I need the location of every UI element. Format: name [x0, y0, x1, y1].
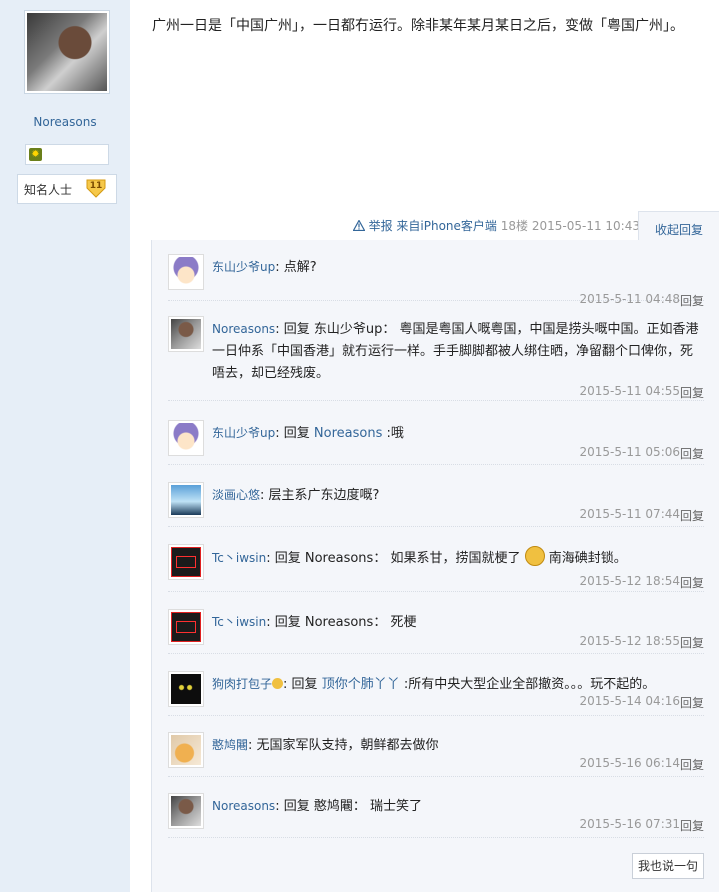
- reply-nick[interactable]: 东山少爷up: [212, 260, 275, 274]
- reply-text: 死梗: [390, 615, 417, 630]
- warning-icon: [352, 219, 366, 232]
- reply-prefix: 回复: [291, 677, 318, 692]
- reply-text: 南海碘封锁。: [548, 551, 627, 566]
- reply-avatar[interactable]: [168, 732, 204, 768]
- reply-mention[interactable]: Noreasons: [314, 426, 382, 441]
- client-link[interactable]: 来自iPhone客户端: [396, 219, 497, 233]
- reply-item: Tc丶iwsin: 回复 Noreasons： 死梗 2015-5-12 18:…: [168, 609, 704, 654]
- reply-content: Noreasons: 回复 东山少爷up： 粤国是粤国人嘅粤国，中国是捞头嘅中国…: [212, 322, 699, 381]
- floor-number: 18楼: [500, 219, 529, 233]
- reply-text: 如果系甘，捞国就梗了: [390, 551, 521, 566]
- reply-item: 狗肉打包子: 回复 顶你个肺丫丫 :所有中央大型企业全部撤资。。。玩不起的。 2…: [168, 671, 704, 716]
- reply-time: 2015-5-16 06:14: [579, 756, 681, 770]
- reply-time: 2015-5-11 04:55: [579, 384, 681, 398]
- reply-item: 憨鸠闀: 无国家军队支持，朝鲜都去做你 2015-5-16 06:14 回复: [168, 732, 704, 777]
- post-content: 广州一日是「中国广州」，一日都冇运行。除非某年某月某日之后，变做「粤国广州」。: [152, 18, 684, 34]
- reply-list: 东山少爷up: 点解? 2015-5-11 04:48 回复 Noreasons…: [151, 240, 719, 892]
- reply-button[interactable]: 回复: [680, 694, 704, 711]
- reply-item: 东山少爷up: 点解? 2015-5-11 04:48 回复: [168, 254, 704, 308]
- reply-prefix: 回复: [283, 426, 310, 441]
- post-meta: 举报 来自iPhone客户端 18楼 2015-05-11 10:43: [152, 217, 640, 234]
- reply-time: 2015-5-12 18:55: [579, 634, 681, 648]
- reply-content: 东山少爷up: 点解?: [212, 260, 317, 275]
- reply-prefix: 回复 Noreasons：: [274, 615, 387, 630]
- reply-item: 东山少爷up: 回复 Noreasons :哦 2015-5-11 05:06 …: [168, 420, 704, 465]
- medal-icon[interactable]: ✹: [29, 148, 42, 161]
- reply-content: Noreasons: 回复 憨鸠闀： 瑞士笑了: [212, 799, 422, 814]
- reply-button[interactable]: 回复: [680, 384, 704, 401]
- reply-avatar[interactable]: [168, 609, 204, 645]
- reply-time: 2015-5-11 05:06: [579, 445, 681, 459]
- author-sidebar: Noreasons ✹ 知名人士 11: [0, 0, 130, 892]
- reply-content: Tc丶iwsin: 回复 Noreasons： 如果系甘，捞国就梗了 南海碘封锁…: [212, 546, 704, 570]
- reply-button[interactable]: 回复: [680, 634, 704, 651]
- reply-content: 淡画心悠: 层主系广东边度嘅?: [212, 488, 380, 503]
- rank-badge-icon: 11: [85, 178, 107, 198]
- reply-text: :所有中央大型企业全部撤资。。。玩不起的。: [403, 677, 656, 692]
- reply-nick[interactable]: 狗肉打包子: [212, 677, 272, 691]
- reply-avatar[interactable]: [168, 793, 204, 829]
- reply-time: 2015-5-12 18:54: [579, 574, 681, 588]
- reply-prefix: 回复 Noreasons：: [274, 551, 387, 566]
- author-username[interactable]: Noreasons: [0, 115, 130, 129]
- reply-text: :哦: [386, 426, 404, 441]
- reply-button[interactable]: 回复: [680, 574, 704, 591]
- reply-content: 东山少爷up: 回复 Noreasons :哦: [212, 426, 404, 441]
- reply-nick[interactable]: 东山少爷up: [212, 426, 275, 440]
- reply-button[interactable]: 回复: [680, 445, 704, 462]
- reply-avatar[interactable]: [168, 544, 204, 580]
- reply-item: Tc丶iwsin: 回复 Noreasons： 如果系甘，捞国就梗了 南海碘封锁…: [168, 544, 704, 592]
- author-avatar[interactable]: [24, 10, 110, 94]
- author-avatar-image: [27, 13, 107, 91]
- reply-nick[interactable]: 淡画心悠: [212, 488, 260, 502]
- reply-button[interactable]: 回复: [680, 756, 704, 773]
- rank-level: 11: [89, 181, 103, 191]
- reply-item: Noreasons: 回复 憨鸠闀： 瑞士笑了 2015-5-16 07:31 …: [168, 793, 704, 838]
- say-something-button[interactable]: 我也说一句: [632, 853, 704, 879]
- reply-content: Tc丶iwsin: 回复 Noreasons： 死梗: [212, 615, 417, 630]
- report-link[interactable]: 举报: [352, 219, 397, 233]
- reply-nick[interactable]: Noreasons: [212, 322, 275, 336]
- reply-nick[interactable]: Tc丶iwsin: [212, 615, 266, 629]
- reply-avatar[interactable]: [168, 316, 204, 352]
- reply-avatar[interactable]: [168, 482, 204, 518]
- reply-item: 淡画心悠: 层主系广东边度嘅? 2015-5-11 07:44 回复: [168, 482, 704, 527]
- reply-content: 憨鸠闀: 无国家军队支持，朝鲜都去做你: [212, 738, 439, 753]
- reply-avatar[interactable]: [168, 420, 204, 456]
- reply-button[interactable]: 回复: [680, 507, 704, 524]
- reply-button[interactable]: 回复: [680, 817, 704, 834]
- reply-time: 2015-5-14 04:16: [579, 694, 681, 708]
- reply-nick[interactable]: Tc丶iwsin: [212, 551, 266, 565]
- reply-mention[interactable]: 顶你个肺丫丫: [322, 677, 400, 692]
- medal-box: ✹: [25, 144, 109, 165]
- reply-time: 2015-5-11 07:44: [579, 507, 681, 521]
- reply-content: 狗肉打包子: 回复 顶你个肺丫丫 :所有中央大型企业全部撤资。。。玩不起的。: [212, 677, 656, 692]
- collapse-replies-label: 收起回复: [655, 223, 704, 237]
- reply-prefix: 回复 憨鸠闀：: [283, 799, 366, 814]
- reply-avatar[interactable]: [168, 254, 204, 290]
- rank-label[interactable]: 知名人士: [24, 181, 72, 198]
- rank-box: 知名人士 11: [17, 174, 117, 204]
- report-label: 举报: [368, 219, 393, 233]
- reply-prefix: 回复 东山少爷up：: [283, 322, 396, 337]
- reply-time: 2015-5-11 04:48: [579, 292, 681, 306]
- reply-nick[interactable]: 憨鸠闀: [212, 738, 248, 752]
- cat-emoji-icon: [272, 678, 284, 689]
- emoji-face-icon: [524, 546, 545, 566]
- reply-text: 点解?: [283, 260, 317, 275]
- reply-avatar[interactable]: [168, 671, 204, 707]
- post-datetime: 2015-05-11 10:43: [531, 219, 640, 233]
- collapse-replies-tab[interactable]: 收起回复: [638, 211, 719, 242]
- reply-button[interactable]: 回复: [680, 292, 704, 309]
- reply-item: Noreasons: 回复 东山少爷up： 粤国是粤国人嘅粤国，中国是捞头嘅中国…: [168, 316, 704, 401]
- reply-nick[interactable]: Noreasons: [212, 799, 275, 813]
- reply-text: 瑞士笑了: [369, 799, 422, 814]
- reply-text: 无国家军队支持，朝鲜都去做你: [256, 738, 439, 753]
- reply-text: 层主系广东边度嘅?: [268, 488, 380, 503]
- reply-time: 2015-5-16 07:31: [579, 817, 681, 831]
